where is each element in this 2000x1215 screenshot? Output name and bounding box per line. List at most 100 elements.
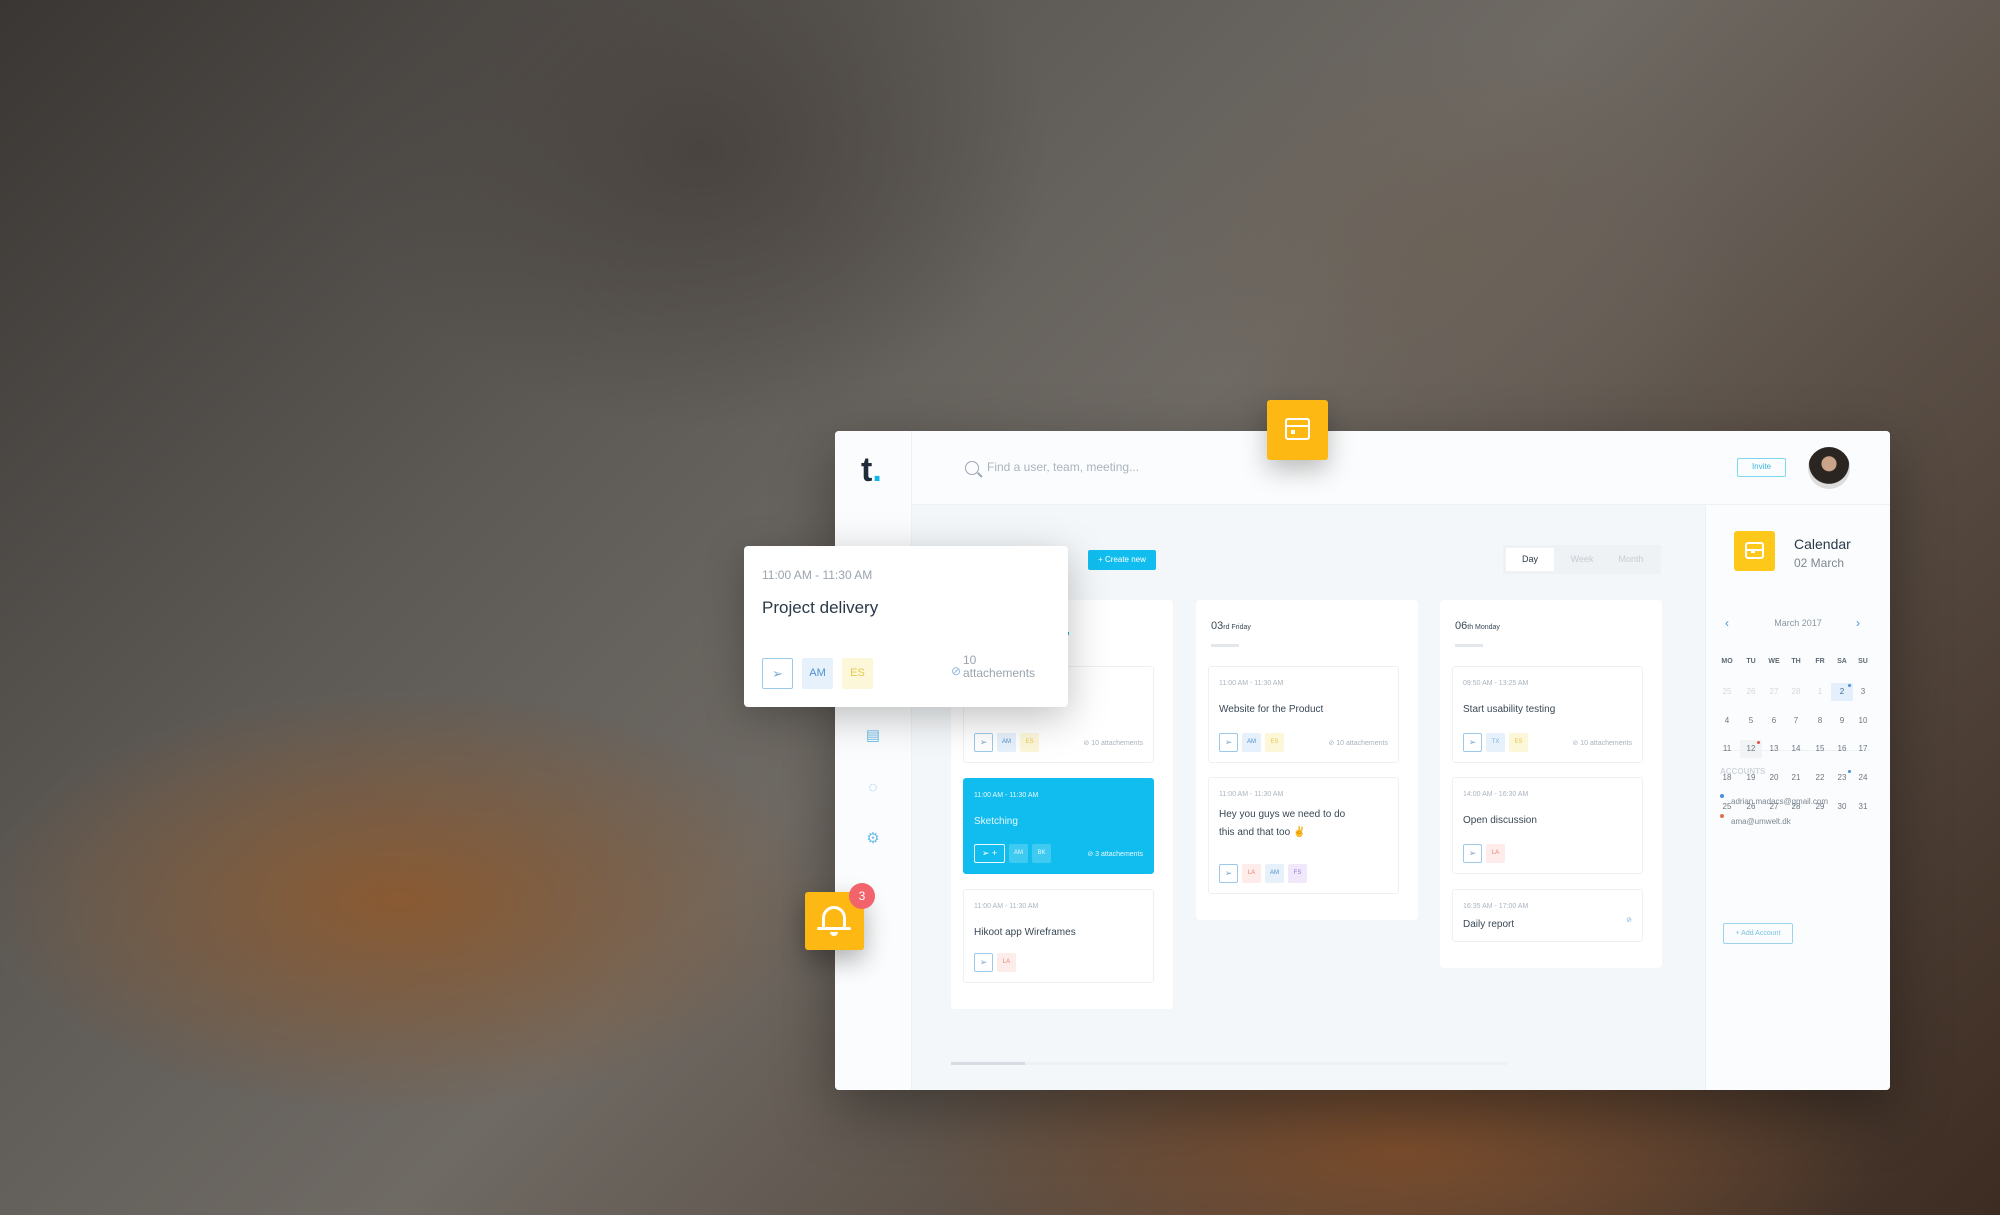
- attachments-link[interactable]: ⊘ 10 attachements: [1083, 739, 1143, 747]
- calendar-day[interactable]: 27: [1763, 683, 1785, 701]
- create-new-button[interactable]: + Create new: [1088, 550, 1156, 570]
- tag-list: ➢ LA: [1463, 844, 1505, 863]
- tab-day[interactable]: Day: [1506, 548, 1554, 571]
- assignee-tag[interactable]: AM: [997, 733, 1016, 752]
- calendar-day[interactable]: 17: [1852, 740, 1874, 758]
- prev-month-icon[interactable]: ‹: [1725, 616, 1729, 630]
- send-icon[interactable]: ➢ +: [974, 844, 1005, 863]
- assignee-tag[interactable]: LA: [997, 953, 1016, 972]
- event-card[interactable]: 14:00 AM - 16:30 AM Open discussion ➢ LA: [1452, 777, 1643, 874]
- gear-icon[interactable]: ⚙: [865, 831, 881, 847]
- assignee-tag[interactable]: ES: [1020, 733, 1039, 752]
- send-icon[interactable]: ➢: [1463, 844, 1482, 863]
- calendar-day[interactable]: 9: [1831, 712, 1853, 730]
- assignee-tag[interactable]: BK: [1032, 844, 1051, 863]
- calendar-day[interactable]: 31: [1852, 798, 1874, 816]
- event-dot: [1757, 741, 1760, 745]
- invite-button[interactable]: Invite: [1737, 458, 1786, 477]
- calendar-day[interactable]: 13: [1763, 740, 1785, 758]
- search-input[interactable]: Find a user, team, meeting...: [987, 460, 1139, 474]
- calendar-day[interactable]: 16: [1831, 740, 1853, 758]
- event-card[interactable]: 11:00 AM - 11:30 AM Hikoot app Wireframes…: [963, 889, 1154, 983]
- logo[interactable]: t.: [861, 451, 882, 490]
- calendar-day[interactable]: 26: [1740, 683, 1762, 701]
- event-card[interactable]: 09:50 AM - 13:25 AM Start usability testi…: [1452, 666, 1643, 763]
- tag-list: ➢ AM ES: [974, 733, 1039, 752]
- calendar-day[interactable]: 15: [1809, 740, 1831, 758]
- event-title: Start usability testing: [1463, 704, 1556, 715]
- assignee-tag[interactable]: ES: [1509, 733, 1528, 752]
- weekday-label: WE: [1768, 658, 1780, 665]
- calendar-day[interactable]: 6: [1763, 712, 1785, 730]
- calendar-day[interactable]: 29: [1809, 798, 1831, 816]
- column-divider: [1455, 644, 1483, 647]
- send-icon[interactable]: ➢: [1219, 864, 1238, 883]
- event-card[interactable]: 11:00 AM - 11:30 AM Hey you guys we need …: [1208, 777, 1399, 894]
- assignee-tag[interactable]: AM: [1009, 844, 1028, 863]
- paperclip-icon[interactable]: ⊘: [1626, 916, 1632, 924]
- popup-attachments[interactable]: 10 attachements: [963, 654, 1043, 680]
- calendar-day[interactable]: 20: [1763, 769, 1785, 787]
- horizontal-scrollbar[interactable]: [951, 1062, 1507, 1065]
- calendar-day[interactable]: 18: [1716, 769, 1738, 787]
- assignee-tag[interactable]: AM: [802, 658, 833, 689]
- event-card[interactable]: 11:00 AM - 11:30 AM Sketching ➢ + AM BK ⊘ 3 a…: [963, 778, 1154, 874]
- calendar-day[interactable]: 3: [1852, 683, 1874, 701]
- chat-icon[interactable]: ◌: [865, 780, 881, 796]
- assignee-tag[interactable]: ES: [842, 658, 873, 689]
- send-icon[interactable]: ➢: [974, 953, 993, 972]
- calendar-day[interactable]: 25: [1716, 683, 1738, 701]
- send-icon[interactable]: ➢: [974, 733, 993, 752]
- calendar-day[interactable]: 28: [1785, 798, 1807, 816]
- event-card[interactable]: 16:35 AM - 17:00 AM Daily report ⊘: [1452, 889, 1643, 942]
- calendar-day[interactable]: 4: [1716, 712, 1738, 730]
- send-icon[interactable]: ➢: [1463, 733, 1482, 752]
- bell-icon: [822, 906, 846, 928]
- calendar-day[interactable]: 10: [1852, 712, 1874, 730]
- calendar-day[interactable]: 8: [1809, 712, 1831, 730]
- assignee-tag[interactable]: LA: [1242, 864, 1261, 883]
- attachments-link[interactable]: ⊘ 10 attachements: [1328, 739, 1388, 747]
- add-account-button[interactable]: + Add Account: [1723, 923, 1793, 944]
- assignee-tag[interactable]: TX: [1486, 733, 1505, 752]
- assignee-tag[interactable]: ES: [1265, 733, 1284, 752]
- calendar-floating-button[interactable]: [1267, 400, 1328, 460]
- calendar-day[interactable]: 25: [1716, 798, 1738, 816]
- event-dot: [1848, 770, 1851, 774]
- calendar-day[interactable]: 28: [1785, 683, 1807, 701]
- assignee-tag[interactable]: AM: [1242, 733, 1261, 752]
- calendar-day[interactable]: 30: [1831, 798, 1853, 816]
- calendar-day[interactable]: 1: [1809, 683, 1831, 701]
- assignee-tag[interactable]: FS: [1288, 864, 1307, 883]
- event-time: 14:00 AM - 16:30 AM: [1463, 791, 1529, 798]
- assignee-tag[interactable]: LA: [1486, 844, 1505, 863]
- calendar-day[interactable]: 26: [1740, 798, 1762, 816]
- calendar-day[interactable]: 2: [1831, 683, 1853, 701]
- calendar-day[interactable]: 21: [1785, 769, 1807, 787]
- assignee-tag[interactable]: AM: [1265, 864, 1284, 883]
- calendar-day[interactable]: 22: [1809, 769, 1831, 787]
- send-icon[interactable]: ➢: [1219, 733, 1238, 752]
- calendar-icon: [1745, 542, 1764, 559]
- calendar-day[interactable]: 24: [1852, 769, 1874, 787]
- calendar-day[interactable]: 14: [1785, 740, 1807, 758]
- next-month-icon[interactable]: ›: [1856, 616, 1860, 630]
- calendar-day[interactable]: 11: [1716, 740, 1738, 758]
- calendar-day[interactable]: 27: [1763, 798, 1785, 816]
- send-icon[interactable]: ➢: [762, 658, 793, 689]
- attachments-link[interactable]: ⊘ 10 attachements: [1572, 739, 1632, 747]
- document-icon[interactable]: ▤: [865, 728, 881, 744]
- tab-week[interactable]: Week: [1558, 545, 1606, 574]
- event-card[interactable]: 11:00 AM - 11:30 AM Website for the Produ…: [1208, 666, 1399, 763]
- tab-month[interactable]: Month: [1607, 545, 1655, 574]
- notification-count-badge: 3: [849, 883, 875, 909]
- event-title: Hey you guys we need to do this and that…: [1219, 809, 1346, 838]
- event-popup[interactable]: 11:00 AM - 11:30 AM Project delivery ➢ A…: [744, 546, 1068, 707]
- calendar-day[interactable]: 5: [1740, 712, 1762, 730]
- calendar-day[interactable]: 7: [1785, 712, 1807, 730]
- avatar[interactable]: [1808, 447, 1850, 489]
- calendar-day[interactable]: 19: [1740, 769, 1762, 787]
- attachments-link[interactable]: ⊘ 3 attachements: [1087, 850, 1143, 858]
- calendar-day[interactable]: 23: [1831, 769, 1853, 787]
- calendar-day[interactable]: 12: [1740, 740, 1762, 759]
